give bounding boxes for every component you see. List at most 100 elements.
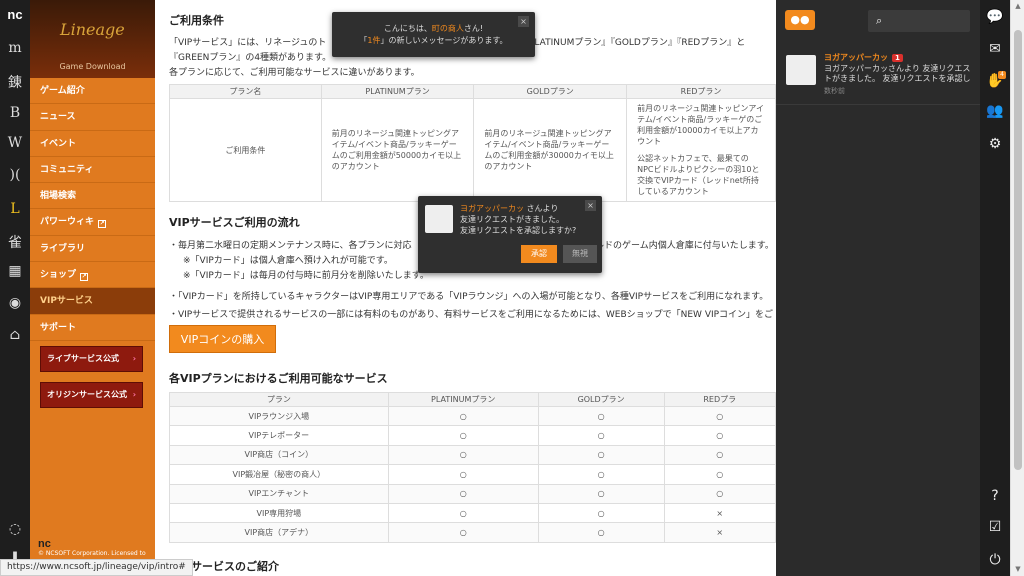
th-red: REDプラン [626,84,776,99]
unread-badge: 1 [892,54,903,62]
table-row: VIP鍛冶屋（秘密の商人） ○ ○ ○ [169,464,776,485]
th-red: REDプラ [663,392,776,407]
sidebar-item-library[interactable]: ライブラリ [30,236,155,263]
flow-note-2: ※「VIPカード」は毎月の付与時に前月分を削除いたします。 [183,271,429,281]
cond-red: 前月のリネージュ関連トッピンアイテム/イベント商品/ラッキーゲのご利用金額が10… [626,98,776,202]
scroll-up-arrow[interactable]: ▲ [1011,2,1024,10]
sidebar-item-game-intro[interactable]: ゲーム紹介 [30,78,155,105]
parenthesis-icon[interactable]: )( [0,162,30,188]
flow-bullet-3: ・VIPサービスで提供されるサービスの一部には有料のものがあり、有料サービスをご… [169,310,774,320]
copyright: nc © NCSOFT Corporation. Licensed to [38,538,146,557]
kanji-game-icon[interactable]: 雀 [0,230,30,256]
buy-vip-coin-button[interactable]: VIPコインの購入 [169,325,276,353]
sidebar-item-news[interactable]: ニュース [30,104,155,131]
toast-message-count: 1件 [367,36,381,45]
requester-name: ヨガアッパーカッ [460,204,524,213]
right-rail: 💬 ✉ ✋ 4 👥 ⚙ ? ☑ ⏻ [980,0,1010,576]
help-icon[interactable]: ? [980,483,1010,509]
lineage-icon[interactable]: L [0,196,30,222]
settings-icon[interactable]: ⚙ [980,131,1010,157]
power-icon[interactable]: ⏻ [980,547,1010,573]
intro-text-cont: る『PLATINUMプラン』『GOLDプラン』『REDプラン』と [511,38,746,48]
sidebar-item-market-search[interactable]: 相場検索 [30,183,155,210]
scrollbar[interactable]: ▲ ▼ [1010,0,1024,576]
checklist-icon[interactable]: ☑ [980,514,1010,540]
external-link-icon: ↗ [80,273,89,282]
section-title-conditions: ご利用条件 [169,14,224,27]
table-row: VIP商店（コイン） ○ ○ ○ [169,444,776,466]
scroll-down-arrow[interactable]: ▼ [1011,565,1024,573]
table-row: VIP商店（アデナ） ○ ○ × [169,522,776,543]
m-icon[interactable]: m [0,35,30,61]
section-title-services: 各VIPプランにおけるご利用可能なサービス [169,372,388,385]
search-input[interactable]: ⌕ [868,10,970,32]
ncsoft-logo: nc [38,538,51,550]
intro-text-3: 各プランに応じて、ご利用可能なサービスに違いがあります。 [169,68,420,78]
sidebar-item-community[interactable]: コミュニティ [30,157,155,184]
sidebar-item-support[interactable]: サポート [30,315,155,341]
cond-gold: 前月のリネージュ関連トッピングアイテム/イベント商品/ラッキーゲームのご利用金額… [473,98,628,202]
notification-time: 数秒前 [824,87,845,95]
bns-icon[interactable]: B [0,100,30,126]
wings-icon[interactable]: W [0,130,30,156]
table-row: VIP専用狩場 ○ ○ × [169,502,776,524]
th-gold: GOLDプラン [473,84,628,99]
sidebar-item-shop[interactable]: ショップ ↗ [30,262,155,289]
th-gold: GOLDプラン [537,392,665,407]
scrollbar-thumb[interactable] [1014,30,1022,470]
sidebar-item-vip-service[interactable]: VIPサービス [30,288,155,315]
close-icon[interactable]: × [585,200,596,211]
friend-request-icon[interactable]: ✋ 4 [980,68,1010,94]
friend-request-badge: 4 [998,71,1006,79]
external-link-icon: ↗ [98,220,107,229]
message-toast[interactable]: × こんにちは、町の商人さん! 「1件」の新しいメッセージがあります。 [332,12,535,57]
section-title-flow: VIPサービスご利用の流れ [169,216,300,229]
mask-icon[interactable]: ◉ [0,290,30,316]
th-platinum: PLATINUMプラン [320,84,475,99]
inbox-icon[interactable]: ✉ [980,36,1010,62]
lineage-logo: Lineage [60,20,125,39]
origin-service-button[interactable]: オリジンサービス公式 › [40,382,143,408]
flow-bullet-2: ・「VIPカード」を所持しているキャラクターはVIP専用エリアである「VIPラウ… [169,292,769,302]
avatar [786,55,816,85]
ignore-button[interactable]: 無視 [563,245,597,263]
flow-bullet-1-cont: ルドのゲーム内個人倉庫に付与いたします。 [595,241,774,251]
toast-username: 町の商人 [431,24,464,33]
search-icon: ⌕ [876,14,883,27]
services-table: プラン PLATINUMプラン GOLDプラン REDプラ VIPラウンジ入場 ○… [169,392,776,543]
lineage-banner[interactable]: Lineage Game Download [30,0,155,78]
main-content: ご利用条件 「VIPサービス」には、リネージュのト る『PLATINUMプラン』… [155,0,776,576]
game-download-link[interactable]: Game Download [30,62,155,71]
sidebar-item-events[interactable]: イベント [30,131,155,157]
accept-button[interactable]: 承認 [521,245,557,263]
friend-request-popup: × ヨガアッパーカッ さんより 友達リクエストがきました。 友達リクエストを承認… [418,196,602,273]
friends-icon[interactable]: 👥 [980,98,1010,124]
conditions-table: プラン名 PLATINUMプラン GOLDプラン REDプラン ご利用条件 前月… [169,84,776,202]
notification-panel: ●● ⌕ ヨガアッパーカッ 1 ヨガアッパーカッさんより 友達リクエストがきました… [776,0,980,576]
th-platinum: PLATINUMプラン [387,392,539,407]
flow-note-1: ※「VIPカード」は個人倉庫へ預け入れが可能です。 [183,256,393,266]
intro-text-2: 『GREENプラン』の4種類があります。 [169,53,332,63]
flow-bullet-1: ・毎月第二水曜日の定期メンテナンス時に、各プランに対応 [169,241,412,251]
chat-bubble-icon[interactable]: ◌ [0,516,30,542]
chevron-right-icon: › [132,354,136,363]
table-row: VIPエンチャント ○ ○ ○ [169,483,776,504]
status-url: https://www.ncsoft.jp/lineage/vip/intro# [0,559,193,576]
home-icon[interactable]: ⌂ [0,322,30,348]
table-row: VIPラウンジ入場 ○ ○ ○ [169,405,776,427]
chat-icon[interactable]: 💬 [980,4,1010,30]
cond-row-label: ご利用条件 [169,98,322,202]
chat-bubbles-icon[interactable]: ●● [785,10,815,30]
live-service-button[interactable]: ライブサービス公式 › [40,346,143,372]
notification-message: ヨガアッパーカッさんより 友達リクエストがきました。 友達リクエストを承認し [824,64,971,83]
sidebar-menu: ゲーム紹介 ニュース イベント コミュニティ 相場検索 パワーウィキ ↗ ライブラ… [30,78,155,341]
sidebar-item-power-wiki[interactable]: パワーウィキ ↗ [30,209,155,236]
th-plan: プラン [169,392,389,407]
left-game-rail: nc m 錬 B W )( L 雀 ▦ ◉ ⌂ ◌ ▮ [0,0,30,576]
shop-icon[interactable]: ▦ [0,258,30,284]
th-plan-name: プラン名 [169,84,322,99]
notification-item[interactable]: ヨガアッパーカッ 1 ヨガアッパーカッさんより 友達リクエストがきました。 友達リ… [776,43,980,105]
nc-logo[interactable]: nc [0,2,30,28]
table-row: VIPテレポーター ○ ○ ○ [169,425,776,446]
kanji-icon[interactable]: 錬 [0,70,30,96]
